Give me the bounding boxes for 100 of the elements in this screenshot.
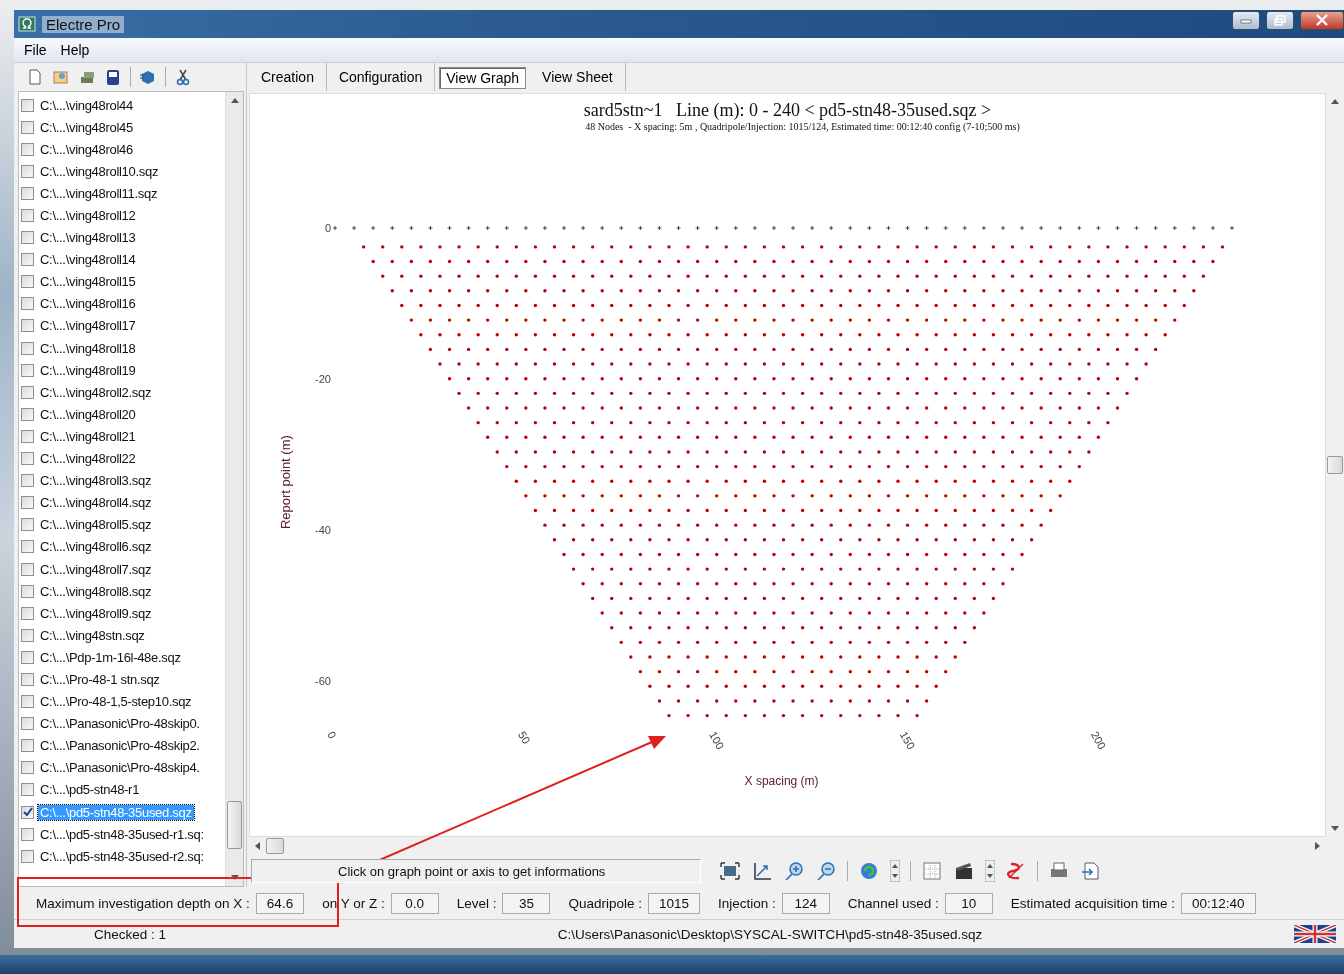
list-entry[interactable]: C:\...\ving48roll11.sqz bbox=[38, 185, 160, 201]
tab[interactable]: Configuration bbox=[326, 63, 436, 91]
squiggle-icon[interactable] bbox=[1005, 860, 1027, 882]
close-button[interactable] bbox=[1300, 10, 1344, 30]
list-entry[interactable]: C:\...\Panasonic\Pro-48skip4. bbox=[38, 760, 202, 776]
list-entry[interactable]: C:\...\ving48roll19 bbox=[38, 362, 138, 378]
list-entry[interactable]: C:\...\ving48roll7.sqz bbox=[38, 561, 154, 577]
flag-icon[interactable] bbox=[1294, 925, 1336, 943]
checkbox[interactable] bbox=[21, 341, 34, 355]
list-entry[interactable]: C:\...\ving48roll9.sqz bbox=[38, 605, 154, 621]
minimize-button[interactable] bbox=[1232, 10, 1260, 30]
checkbox[interactable] bbox=[21, 474, 34, 488]
zoom-in-icon[interactable] bbox=[783, 860, 805, 882]
maximize-button[interactable] bbox=[1266, 10, 1294, 30]
checkbox[interactable] bbox=[21, 385, 34, 399]
list-entry[interactable]: C:\...\Pdp-1m-16l-48e.sqz bbox=[38, 649, 183, 665]
scroll-thumb[interactable] bbox=[266, 838, 284, 854]
list-entry[interactable]: C:\...\ving48stn.sqz bbox=[38, 627, 147, 643]
list-entry[interactable]: C:\...\pd5-stn48-r1 bbox=[38, 782, 142, 798]
checkbox[interactable] bbox=[21, 142, 34, 156]
list-entry[interactable]: C:\...\Panasonic\Pro-48skip2. bbox=[38, 738, 202, 754]
menu-item[interactable]: File bbox=[24, 42, 47, 58]
list-entry[interactable]: C:\...\ving48roll12 bbox=[38, 208, 138, 223]
list-entry[interactable]: C:\...\Panasonic\Pro-48skip0. bbox=[38, 716, 202, 732]
checkbox[interactable] bbox=[21, 253, 34, 267]
checkbox[interactable] bbox=[21, 407, 34, 421]
list-entry[interactable]: C:\...\ving48roll18 bbox=[38, 340, 138, 356]
checkbox[interactable] bbox=[21, 209, 34, 222]
list-entry[interactable]: C:\...\ving48roll15 bbox=[38, 274, 138, 290]
arrow-icon[interactable] bbox=[1331, 99, 1339, 104]
checkbox[interactable] bbox=[21, 584, 34, 598]
checkbox[interactable] bbox=[21, 673, 34, 686]
checkbox[interactable] bbox=[21, 628, 34, 642]
checkbox[interactable] bbox=[21, 275, 34, 289]
zoom-out-icon[interactable] bbox=[815, 860, 837, 882]
checkbox[interactable] bbox=[21, 717, 34, 731]
checkbox[interactable] bbox=[21, 739, 34, 753]
arrow-icon[interactable] bbox=[1331, 826, 1339, 831]
checkbox[interactable] bbox=[21, 98, 34, 112]
list-entry[interactable]: C:\...\ving48roll8.sqz bbox=[38, 583, 154, 599]
checkbox[interactable] bbox=[21, 164, 34, 178]
scissors-icon[interactable] bbox=[174, 68, 192, 86]
list-entry[interactable]: C:\...\ving48rol46 bbox=[38, 141, 135, 157]
clapper-icon[interactable] bbox=[953, 860, 975, 882]
list-entry[interactable]: C:\...\ving48roll16 bbox=[38, 296, 138, 312]
checkbox[interactable] bbox=[21, 319, 34, 333]
list-entry[interactable]: C:\...\ving48rol44 bbox=[38, 97, 135, 113]
tab[interactable]: View Graph bbox=[439, 67, 527, 89]
list-entry[interactable]: C:\...\ving48roll4.sqz bbox=[38, 495, 154, 511]
list-entry[interactable]: C:\...\Pro-48-1,5-step10.sqz bbox=[38, 694, 194, 710]
checkbox[interactable] bbox=[21, 849, 34, 863]
list-entry[interactable]: C:\...\ving48roll2.sqz bbox=[38, 384, 154, 400]
checkbox[interactable] bbox=[21, 429, 34, 443]
checkbox[interactable] bbox=[21, 120, 34, 134]
list-entry[interactable]: C:\...\ving48roll22 bbox=[38, 451, 138, 467]
list-entry[interactable]: C:\...\Pro-48-1 stn.sqz bbox=[38, 672, 162, 687]
checkbox[interactable] bbox=[21, 761, 34, 775]
cube-icon[interactable] bbox=[139, 68, 157, 86]
open-image-icon[interactable] bbox=[52, 68, 70, 86]
fit-view-icon[interactable] bbox=[719, 860, 741, 882]
axes-icon[interactable] bbox=[751, 860, 773, 882]
list-entry[interactable]: C:\...\ving48roll5.sqz bbox=[38, 517, 154, 533]
scroll-thumb[interactable] bbox=[227, 801, 242, 849]
checkbox[interactable] bbox=[21, 650, 34, 664]
spin-icon[interactable] bbox=[985, 860, 995, 882]
checkbox[interactable] bbox=[21, 695, 34, 709]
list-entry[interactable]: C:\...\ving48roll13 bbox=[38, 230, 138, 246]
arrow-icon[interactable] bbox=[255, 842, 260, 850]
grid-icon[interactable] bbox=[921, 860, 943, 882]
list-entry[interactable]: C:\...\ving48roll3.sqz bbox=[38, 473, 154, 489]
checkbox[interactable] bbox=[21, 186, 34, 200]
list-entry[interactable]: C:\...\ving48roll10.sqz bbox=[38, 163, 161, 179]
arrow-icon[interactable] bbox=[230, 98, 239, 103]
list-entry[interactable]: C:\...\pd5-stn48-35used-r2.sq: bbox=[38, 848, 206, 864]
list-entry[interactable]: C:\...\ving48roll17 bbox=[38, 318, 138, 334]
tab[interactable]: View Sheet bbox=[530, 63, 626, 91]
arrow-icon[interactable] bbox=[230, 875, 239, 880]
menu-item[interactable]: Help bbox=[60, 42, 90, 58]
checkbox[interactable] bbox=[21, 606, 34, 620]
checkbox[interactable] bbox=[21, 518, 34, 532]
refresh-icon[interactable] bbox=[858, 860, 880, 882]
list-entry[interactable]: C:\...\pd5-stn48-35used-r1.sq: bbox=[38, 826, 206, 842]
checkbox[interactable] bbox=[21, 452, 34, 466]
list-entry[interactable]: C:\...\ving48roll6.sqz bbox=[38, 539, 154, 555]
checkbox[interactable] bbox=[21, 805, 34, 819]
spin-icon[interactable] bbox=[890, 860, 900, 882]
scroll-thumb[interactable] bbox=[1327, 456, 1343, 474]
checkbox[interactable] bbox=[21, 827, 34, 841]
checkbox[interactable] bbox=[21, 496, 34, 510]
checkbox[interactable] bbox=[21, 297, 34, 311]
new-file-icon[interactable] bbox=[26, 68, 44, 86]
checkbox[interactable] bbox=[21, 231, 34, 245]
checkbox[interactable] bbox=[21, 562, 34, 576]
list-entry[interactable]: C:\...\ving48roll21 bbox=[38, 428, 138, 444]
arrow-icon[interactable] bbox=[1315, 842, 1320, 850]
checkbox[interactable] bbox=[21, 783, 34, 797]
export-icon[interactable] bbox=[1080, 860, 1102, 882]
list-entry[interactable]: C:\...\ving48roll20 bbox=[38, 406, 138, 422]
checkbox[interactable] bbox=[21, 540, 34, 554]
tab[interactable]: Creation bbox=[249, 63, 327, 91]
